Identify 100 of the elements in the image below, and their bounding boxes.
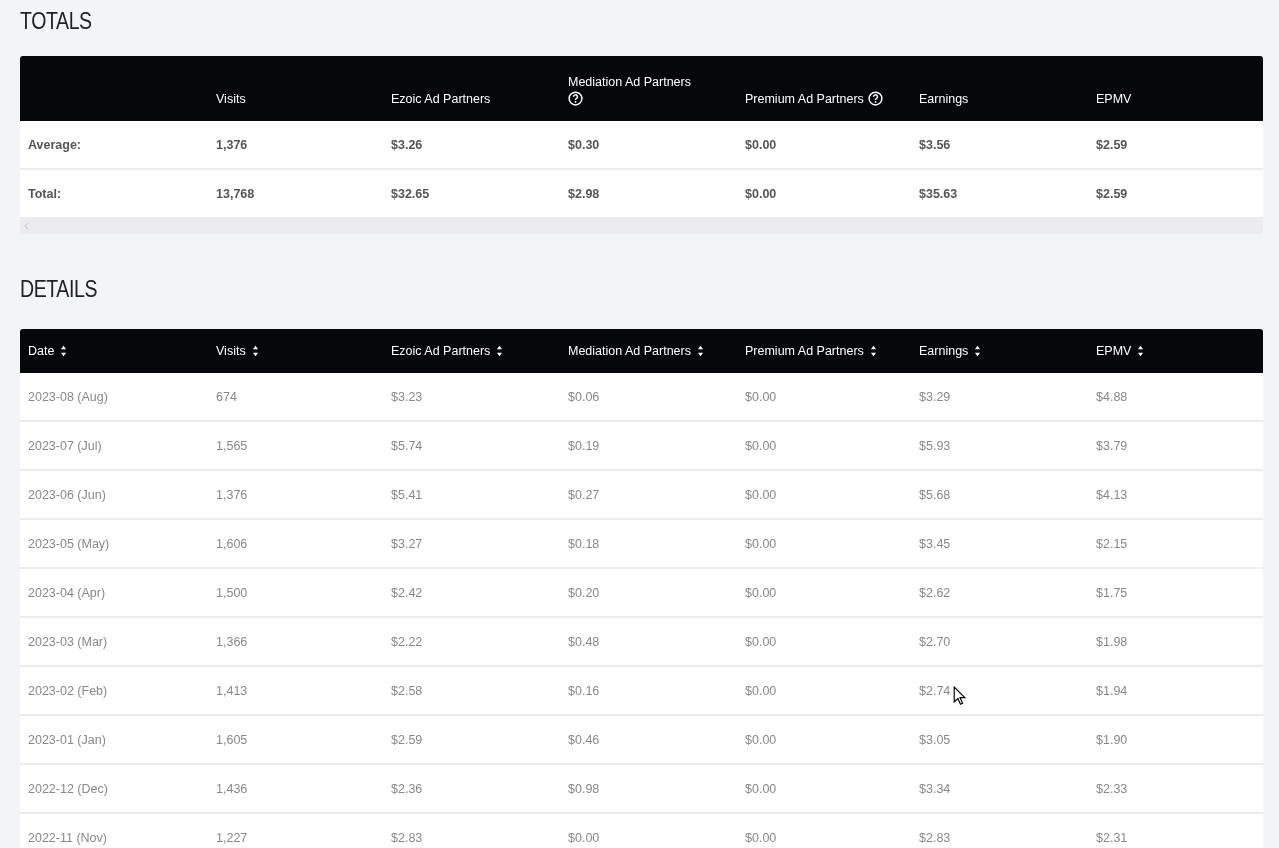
table-cell: 2022-11 (Nov) xyxy=(28,830,107,845)
column-header[interactable]: Earnings xyxy=(919,344,969,358)
table-cell: $0.00 xyxy=(745,781,777,796)
table-cell: $5.93 xyxy=(919,438,951,453)
table-cell: $0.00 xyxy=(745,137,777,152)
help-icon[interactable] xyxy=(568,91,583,106)
table-cell: $2.31 xyxy=(1096,830,1128,845)
table-cell: $0.00 xyxy=(745,438,777,453)
table-cell: $0.27 xyxy=(568,487,600,502)
column-header[interactable]: Ezoic Ad Partners xyxy=(391,344,491,358)
column-header[interactable]: Visits xyxy=(216,344,246,358)
horizontal-scrollbar[interactable] xyxy=(20,217,1263,234)
table-cell: $3.29 xyxy=(919,389,951,404)
table-cell: 1,605 xyxy=(216,732,248,747)
table-cell: $2.59 xyxy=(391,732,423,747)
table-cell: $3.27 xyxy=(391,536,423,551)
table-cell: 2023-01 (Jan) xyxy=(28,732,106,747)
table-cell: 2023-05 (May) xyxy=(28,536,110,551)
sort-icon[interactable] xyxy=(1137,345,1145,357)
table-cell: $0.98 xyxy=(568,781,600,796)
column-header[interactable]: EPMV xyxy=(1096,344,1132,358)
table-cell: 2023-04 (Apr) xyxy=(28,585,106,600)
mouse-cursor-icon xyxy=(953,686,966,705)
table-cell: $0.19 xyxy=(568,438,600,453)
table-cell: $2.98 xyxy=(568,186,600,201)
table-cell: 1,436 xyxy=(216,781,248,796)
table-cell: 1,376 xyxy=(216,137,248,152)
table-cell: $35.63 xyxy=(919,186,958,201)
sort-icon[interactable] xyxy=(496,345,504,357)
section-title: TOTALS xyxy=(20,7,92,36)
table-cell: $0.48 xyxy=(568,634,600,649)
table-cell: $0.00 xyxy=(745,732,777,747)
table-cell: 1,413 xyxy=(216,683,248,698)
table-cell: $2.83 xyxy=(919,830,951,845)
table-cell: 1,366 xyxy=(216,634,248,649)
table-cell: $3.26 xyxy=(391,137,423,152)
table-cell: $0.46 xyxy=(568,732,600,747)
table-cell: $3.79 xyxy=(1096,438,1128,453)
help-icon[interactable] xyxy=(867,91,883,106)
table-cell: 2023-06 (Jun) xyxy=(28,487,106,502)
sort-icon[interactable] xyxy=(251,345,259,357)
table-cell: 2023-02 (Feb) xyxy=(28,683,108,698)
sort-icon[interactable] xyxy=(974,345,982,357)
column-header: Ezoic Ad Partners xyxy=(391,92,491,106)
table-cell: 2022-12 (Dec) xyxy=(28,781,108,796)
table-cell: 674 xyxy=(216,389,237,404)
table-cell: $1.75 xyxy=(1096,585,1128,600)
table-cell: 1,376 xyxy=(216,487,248,502)
column-header: Mediation Ad Partners xyxy=(568,75,691,89)
table-cell: $1.90 xyxy=(1096,732,1128,747)
table-cell: 2023-07 (Jul) xyxy=(28,438,102,453)
table-cell: $3.23 xyxy=(391,389,423,404)
table-cell: $2.59 xyxy=(1096,186,1128,201)
table-cell: $0.00 xyxy=(745,186,777,201)
section-title: DETAILS xyxy=(20,275,98,304)
table-cell: 13,768 xyxy=(216,186,255,201)
column-header: Premium Ad Partners xyxy=(745,91,864,106)
table-cell: $0.30 xyxy=(568,137,600,152)
sort-icon[interactable] xyxy=(697,345,704,357)
table-cell: 1,565 xyxy=(216,438,248,453)
column-header[interactable]: Mediation Ad Partners xyxy=(568,344,691,358)
table-cell: $2.22 xyxy=(391,634,423,649)
table-cell: 1,606 xyxy=(216,536,248,551)
column-header[interactable]: Premium Ad Partners xyxy=(745,344,864,358)
table-cell: 1,227 xyxy=(216,830,248,845)
table-cell: $5.41 xyxy=(391,487,423,502)
table-cell: $1.98 xyxy=(1096,634,1128,649)
table-cell: $2.42 xyxy=(391,585,423,600)
sort-icon[interactable] xyxy=(60,345,68,357)
table-cell: 2023-03 (Mar) xyxy=(28,634,108,649)
table-cell: $2.62 xyxy=(919,585,951,600)
table-cell: $5.68 xyxy=(919,487,951,502)
table-cell: $0.00 xyxy=(745,536,777,551)
table-cell: $0.00 xyxy=(745,830,777,845)
table-cell: Total: xyxy=(28,186,62,201)
table-cell: $0.00 xyxy=(745,683,777,698)
table-cell: 2023-08 (Aug) xyxy=(28,389,108,404)
table-cell: $0.00 xyxy=(568,830,600,845)
table-cell: $0.18 xyxy=(568,536,600,551)
table-cell: $1.94 xyxy=(1096,683,1128,698)
table-cell: 1,500 xyxy=(216,585,248,600)
table-cell: $0.06 xyxy=(568,389,600,404)
table-cell: Average: xyxy=(28,137,82,152)
table-cell: $0.00 xyxy=(745,585,777,600)
table-cell: $2.70 xyxy=(919,634,951,649)
table-cell: $2.59 xyxy=(1096,137,1128,152)
column-header: Earnings xyxy=(919,92,969,106)
table-cell: $0.00 xyxy=(745,389,777,404)
table-cell: $3.34 xyxy=(919,781,951,796)
table-cell: $0.00 xyxy=(745,634,777,649)
table-cell: $3.05 xyxy=(919,732,951,747)
table-cell: $4.88 xyxy=(1096,389,1128,404)
table-cell: $0.00 xyxy=(745,487,777,502)
column-header[interactable]: Date xyxy=(28,344,55,358)
table-cell: $32.65 xyxy=(391,186,430,201)
table-cell: $3.45 xyxy=(919,536,951,551)
sort-icon[interactable] xyxy=(869,345,877,357)
table-cell: $2.58 xyxy=(391,683,423,698)
table-cell: $3.56 xyxy=(919,137,951,152)
table-cell: $2.74 xyxy=(919,683,951,698)
